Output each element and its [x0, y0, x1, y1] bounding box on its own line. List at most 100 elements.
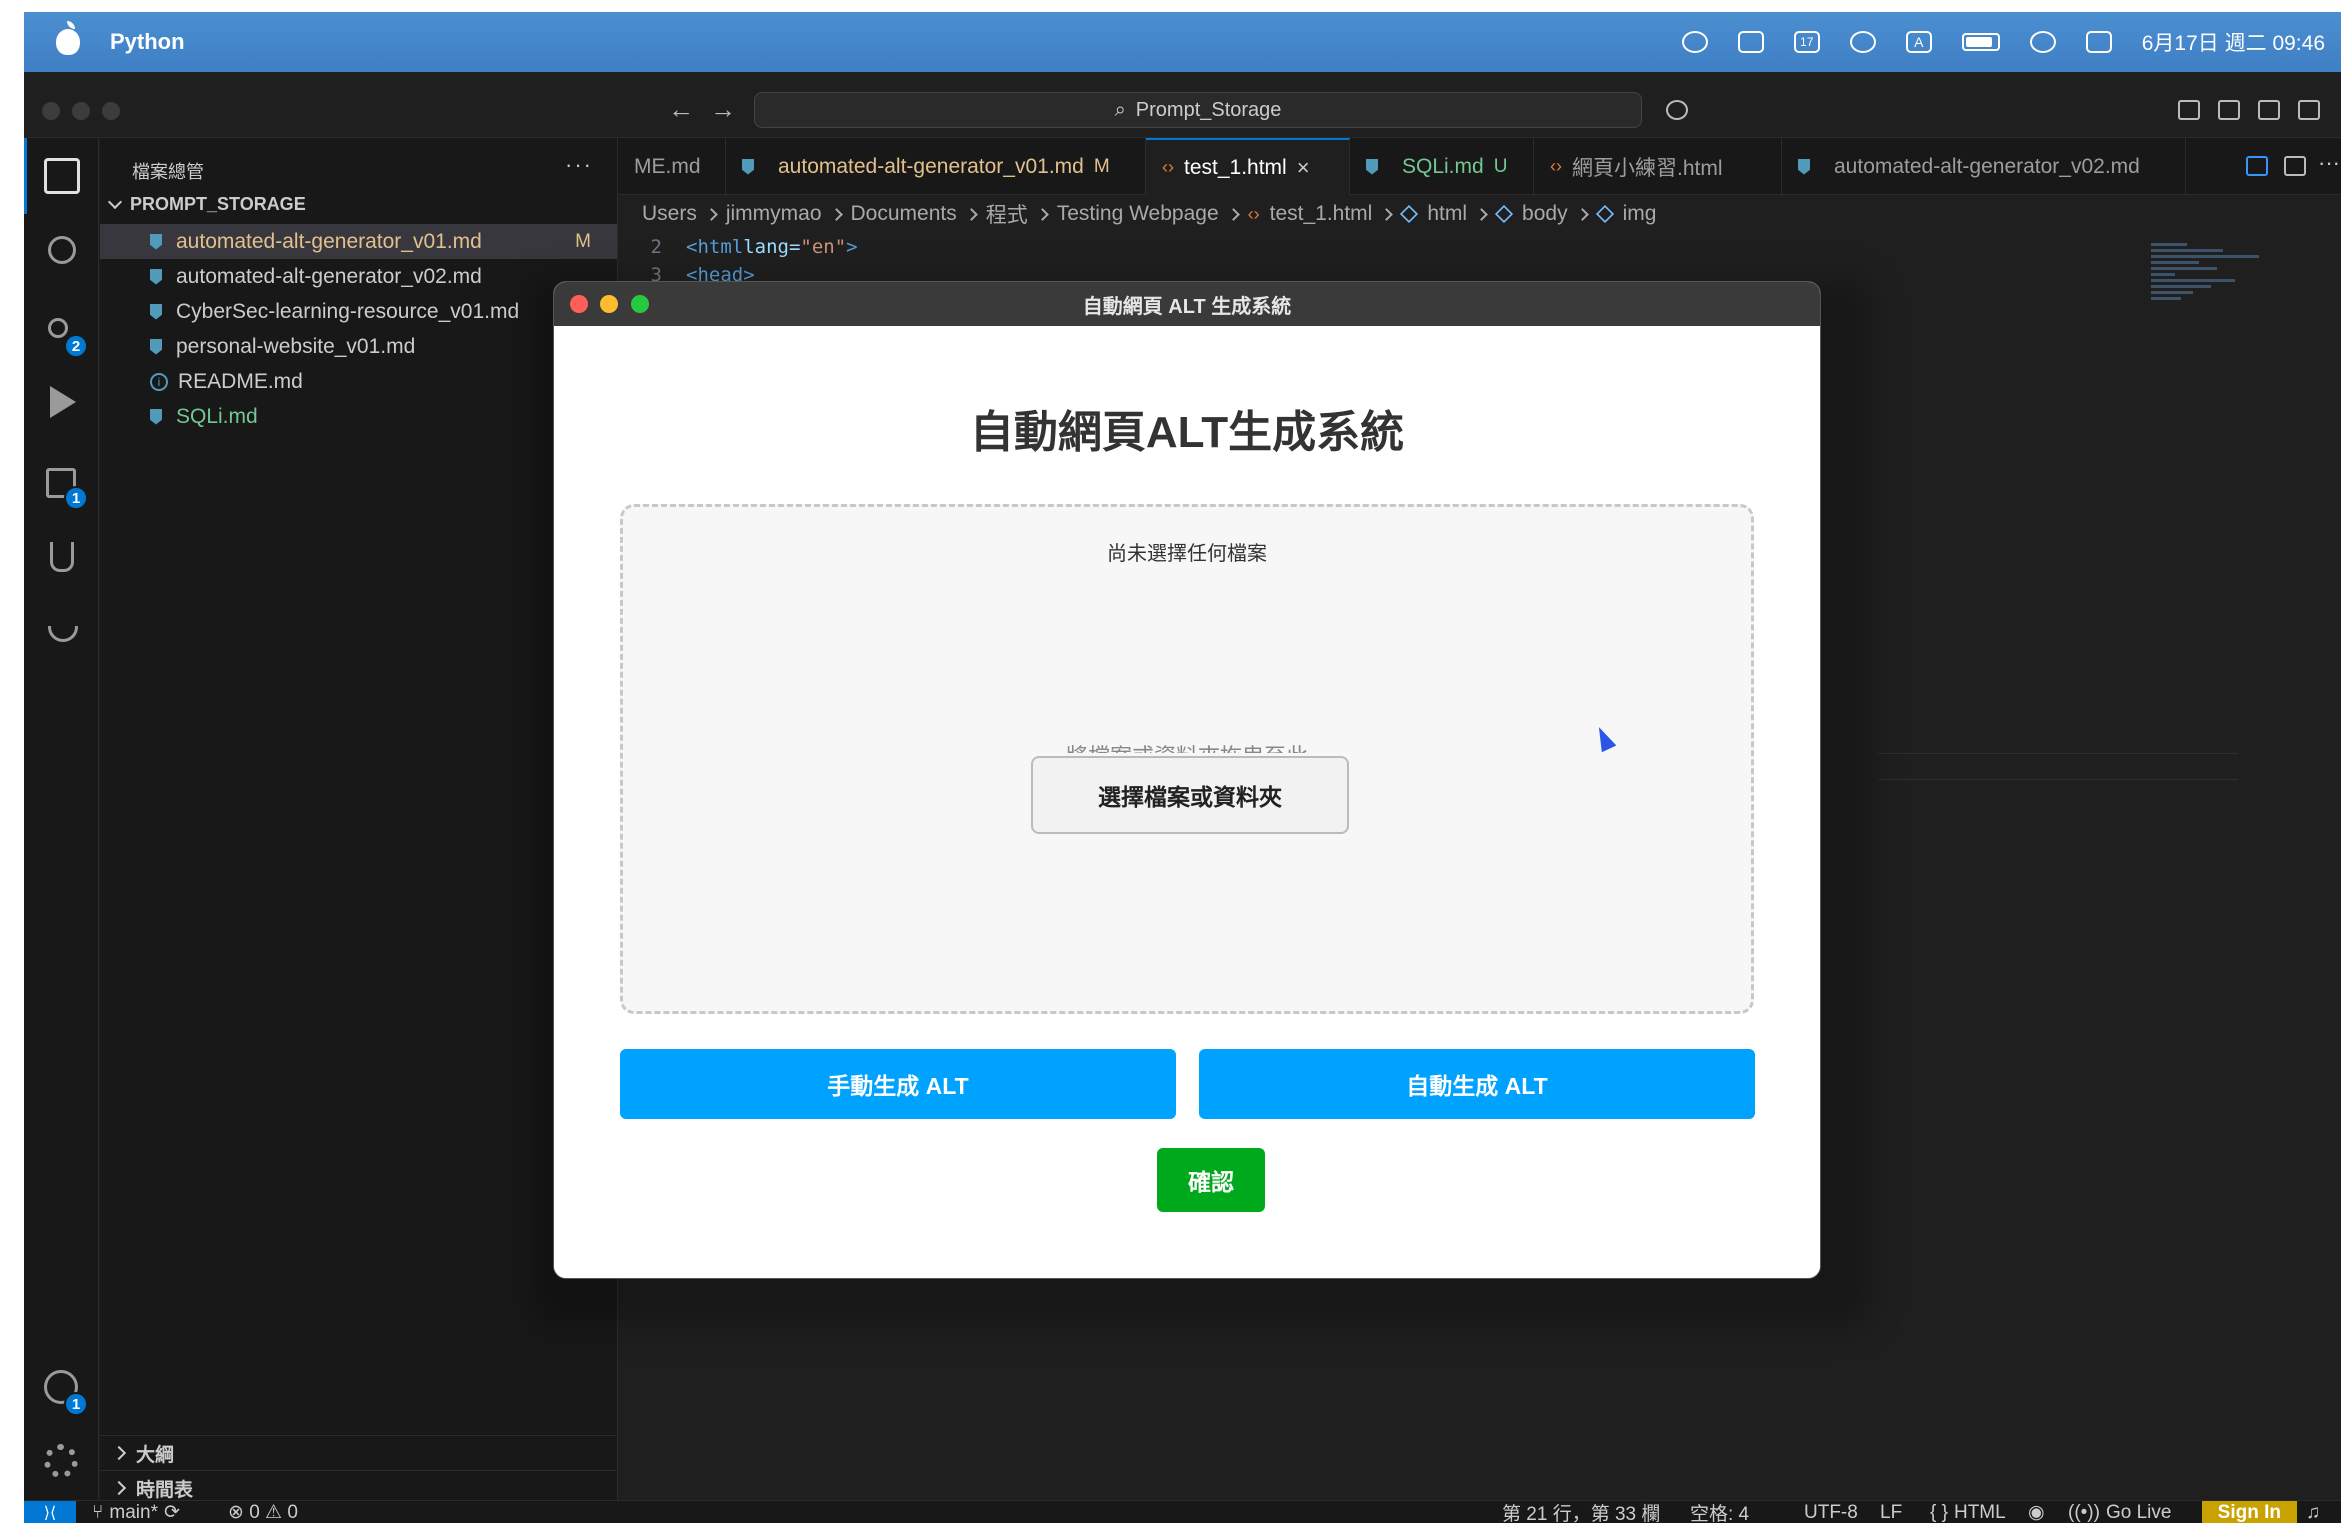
remote-indicator-icon[interactable]: ⟩⟨: [24, 1501, 76, 1523]
accounts-badge: 1: [64, 1392, 88, 1416]
workspace-name: PROMPT_STORAGE: [130, 194, 306, 214]
sign-in-button[interactable]: Sign In: [2201, 1501, 2297, 1523]
more-actions-icon[interactable]: ···: [565, 152, 593, 178]
go-live-button[interactable]: ((•)) Go Live: [2068, 1501, 2171, 1523]
info-icon: i: [150, 372, 168, 391]
search-icon[interactable]: [48, 236, 76, 264]
active-app-name[interactable]: Python: [110, 29, 185, 55]
back-arrow-icon[interactable]: ←: [668, 94, 694, 125]
selected-file-status: 尚未選擇任何檔案: [1107, 543, 1267, 565]
copilot-chat-icon[interactable]: [48, 626, 78, 642]
code-token-tag: >: [846, 236, 858, 258]
tab-sqli[interactable]: SQLi.md U: [1350, 138, 1534, 195]
more-actions-icon[interactable]: ···: [2318, 150, 2340, 176]
breadcrumb-item[interactable]: test_1.html: [1270, 202, 1373, 226]
file-name: CyberSec-learning-resource_v01.md: [176, 299, 520, 323]
screen-record-icon[interactable]: [1681, 31, 1708, 53]
tab-test-1-html[interactable]: ‹› test_1.html ×: [1146, 138, 1350, 195]
chevron-right-icon: [1035, 207, 1049, 221]
branch-icon: ⑂: [92, 1501, 104, 1523]
apple-icon[interactable]: [56, 21, 80, 55]
tab-label: 網頁小練習.html: [1572, 156, 1723, 180]
html-file-icon: ‹›: [1550, 156, 1562, 176]
alt-generator-window: 自動網頁 ALT 生成系統 自動網頁ALT生成系統 尚未選擇任何檔案 將檔案或資…: [554, 282, 1820, 1278]
open-preview-icon[interactable]: [2246, 156, 2268, 176]
gear-icon[interactable]: [44, 1444, 78, 1478]
toggle-primary-sidebar-icon[interactable]: [2218, 100, 2240, 120]
markdown-file-icon: [1366, 158, 1378, 175]
breadcrumb-item[interactable]: img: [1623, 202, 1657, 226]
testing-icon[interactable]: [50, 542, 74, 572]
file-item[interactable]: automated-alt-generator_v01.md M: [100, 224, 617, 259]
split-editor-icon[interactable]: [2284, 156, 2306, 176]
code-token-attr: lang=: [743, 236, 801, 258]
tab-web-practice[interactable]: ‹› 網頁小練習.html: [1534, 138, 1782, 195]
breadcrumb-item[interactable]: 程式: [986, 199, 1028, 229]
calendar-icon[interactable]: 17: [1793, 31, 1820, 53]
bell-icon[interactable]: ♫: [2306, 1501, 2320, 1523]
go-live-label: Go Live: [2105, 1501, 2172, 1523]
explorer-icon[interactable]: [44, 158, 80, 194]
markdown-file-icon: [150, 303, 162, 320]
indentation[interactable]: 空格: 4: [1690, 1501, 1749, 1523]
window-minimize-button[interactable]: [72, 102, 90, 120]
breadcrumb-item[interactable]: html: [1427, 202, 1467, 226]
breadcrumb-item[interactable]: Users: [642, 202, 697, 226]
confirm-button[interactable]: 確認: [1157, 1148, 1265, 1212]
battery-icon[interactable]: [1961, 33, 2000, 51]
window-title-bar[interactable]: 自動網頁 ALT 生成系統: [554, 282, 1820, 326]
window-close-button[interactable]: [42, 102, 60, 120]
cursor-position[interactable]: 第 21 行，第 33 欄: [1502, 1501, 1660, 1523]
breadcrumb-item[interactable]: Documents: [851, 202, 957, 226]
breadcrumb-item[interactable]: jimmymao: [726, 202, 822, 226]
source-control-badge: 2: [64, 334, 88, 358]
editor-ruler-line: [1878, 753, 2238, 754]
outline-section-header[interactable]: 大綱: [100, 1435, 617, 1470]
encoding[interactable]: UTF-8: [1804, 1501, 1858, 1523]
language-mode[interactable]: { } HTML: [1930, 1501, 2006, 1523]
cloud-icon[interactable]: [1849, 31, 1876, 53]
zoom-window-button[interactable]: [631, 295, 649, 313]
forward-arrow-icon[interactable]: →: [710, 94, 736, 125]
choose-file-button[interactable]: 選擇檔案或資料夾: [1031, 756, 1349, 834]
minimap[interactable]: [2151, 243, 2271, 343]
activity-selected-indicator: [24, 138, 27, 214]
html-file-icon: ‹›: [1247, 203, 1260, 224]
workspace-section-header[interactable]: PROMPT_STORAGE: [107, 194, 306, 215]
branch-indicator[interactable]: ⑂ main* ⟳: [92, 1501, 180, 1523]
tab-alt-generator-v02[interactable]: automated-alt-generator_v02.md: [1782, 138, 2186, 195]
menu-clock[interactable]: 6月17日 週二 09:46: [2142, 27, 2325, 57]
chevron-right-icon: [704, 207, 718, 221]
input-method-icon[interactable]: A: [1905, 31, 1932, 53]
chevron-right-icon: [1226, 207, 1240, 221]
window-content: 自動網頁ALT生成系統 尚未選擇任何檔案 將檔案或資料夾拖曳至此 選擇檔案或資料…: [554, 326, 1820, 1278]
toggle-secondary-sidebar-icon[interactable]: [2298, 100, 2320, 120]
toggle-panel-icon[interactable]: [2258, 100, 2280, 120]
breadcrumb-item[interactable]: Testing Webpage: [1057, 202, 1219, 226]
source-control-icon[interactable]: [48, 318, 68, 338]
close-icon[interactable]: ×: [1297, 155, 1310, 181]
file-name: SQLi.md: [176, 404, 258, 428]
line-ending[interactable]: LF: [1880, 1501, 1902, 1523]
manual-generate-alt-button[interactable]: 手動生成 ALT: [620, 1049, 1176, 1119]
file-drop-zone[interactable]: 尚未選擇任何檔案 將檔案或資料夾拖曳至此 選擇檔案或資料夾: [620, 504, 1754, 1014]
auto-generate-alt-button[interactable]: 自動生成 ALT: [1199, 1049, 1755, 1119]
run-debug-icon[interactable]: [50, 386, 76, 418]
tab-label: ME.md: [634, 154, 701, 178]
mute-icon[interactable]: [2029, 31, 2056, 53]
customize-layout-icon[interactable]: [2178, 100, 2200, 120]
command-center[interactable]: ⌕ Prompt_Storage: [754, 92, 1642, 128]
control-center-icon[interactable]: [2085, 31, 2112, 53]
minimize-window-button[interactable]: [600, 295, 618, 313]
problems-indicator[interactable]: ⊗ 0 ⚠ 0: [228, 1501, 298, 1523]
tab-alt-generator-v01[interactable]: automated-alt-generator_v01.md M: [726, 138, 1146, 195]
tab-readme[interactable]: ME.md: [618, 138, 726, 195]
tab-label: test_1.html: [1184, 155, 1287, 179]
copilot-icon[interactable]: [1666, 100, 1688, 120]
copilot-status-icon[interactable]: ◉: [2028, 1501, 2045, 1523]
file-name: automated-alt-generator_v01.md: [176, 229, 482, 253]
window-zoom-button[interactable]: [102, 102, 120, 120]
cat-icon[interactable]: [1737, 31, 1764, 53]
breadcrumb-item[interactable]: body: [1522, 202, 1568, 226]
close-window-button[interactable]: [570, 295, 588, 313]
